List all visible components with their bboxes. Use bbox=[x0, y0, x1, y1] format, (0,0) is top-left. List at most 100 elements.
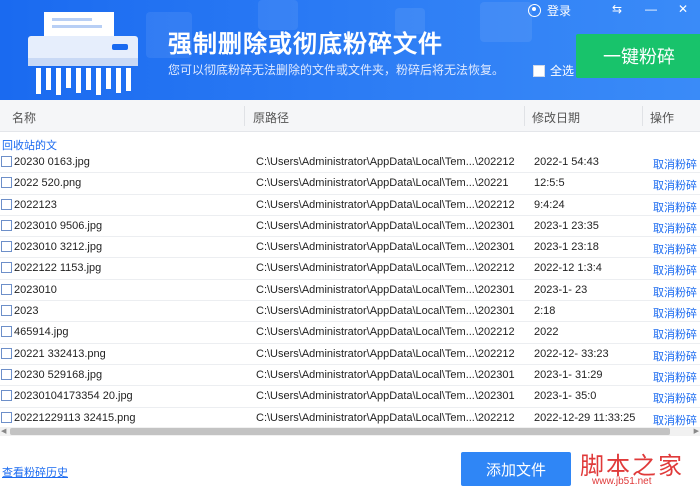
file-path: C:\Users\Administrator\AppData\Local\Tem… bbox=[256, 241, 515, 254]
row-checkbox[interactable] bbox=[1, 177, 12, 189]
file-name: 20230104173354 20.jpg bbox=[14, 390, 133, 403]
file-path: C:\Users\Administrator\AppData\Local\Tem… bbox=[256, 262, 515, 275]
cancel-shred-link[interactable]: 取消粉碎 bbox=[653, 369, 697, 385]
table-row[interactable]: 2022 520.png C:\Users\Administrator\AppDa… bbox=[0, 173, 700, 195]
page-subtitle: 您可以彻底粉碎无法删除的文件或文件夹，粉碎后将无法恢复。 bbox=[168, 63, 505, 77]
column-divider[interactable] bbox=[642, 106, 643, 126]
cancel-shred-link[interactable]: 取消粉碎 bbox=[653, 348, 697, 364]
cancel-shred-link[interactable]: 取消粉碎 bbox=[653, 199, 697, 215]
file-path: C:\Users\Administrator\AppData\Local\Tem… bbox=[256, 219, 515, 232]
horizontal-scrollbar[interactable]: ◀ ▶ bbox=[0, 427, 700, 436]
row-checkbox[interactable] bbox=[1, 390, 12, 402]
column-divider[interactable] bbox=[244, 106, 245, 126]
select-all-label: 全选 bbox=[550, 64, 575, 78]
file-name: 2022 520.png bbox=[14, 177, 82, 190]
file-path: C:\Users\Administrator\AppData\Local\Tem… bbox=[256, 347, 515, 360]
table-row[interactable]: 2023010 C:\Users\Administrator\AppData\Lo… bbox=[0, 280, 700, 302]
login-label: 登录 bbox=[547, 3, 572, 18]
file-list: 20230 0163.jpg C:\Users\Administrator\App… bbox=[0, 152, 700, 429]
page-title: 强制删除或彻底粉碎文件 bbox=[168, 31, 443, 58]
file-date: 2022-12- 33:23 bbox=[534, 347, 609, 360]
column-header-action: 操作 bbox=[650, 111, 675, 125]
row-checkbox[interactable] bbox=[1, 198, 12, 210]
restore-icon[interactable]: ⇆ bbox=[612, 2, 622, 16]
close-icon[interactable]: ✕ bbox=[678, 2, 688, 16]
cancel-shred-link[interactable]: 取消粉碎 bbox=[653, 262, 697, 278]
row-checkbox[interactable] bbox=[1, 156, 12, 167]
scroll-right-icon[interactable]: ▶ bbox=[694, 427, 699, 435]
row-checkbox[interactable] bbox=[1, 347, 12, 359]
row-checkbox[interactable] bbox=[1, 305, 12, 317]
decor-square bbox=[480, 2, 532, 42]
cancel-shred-link[interactable]: 取消粉碎 bbox=[653, 241, 697, 257]
column-header-path[interactable]: 原路径 bbox=[253, 109, 289, 126]
scrollbar-thumb[interactable] bbox=[10, 428, 670, 435]
file-name: 20230 529168.jpg bbox=[14, 368, 103, 381]
file-path: C:\Users\Administrator\AppData\Local\Tem… bbox=[256, 305, 515, 318]
row-checkbox[interactable] bbox=[1, 241, 12, 253]
table-row[interactable]: 2022123 C:\Users\Administrator\AppData\Lo… bbox=[0, 195, 700, 216]
table-row[interactable]: 2023010 9506.jpg C:\Users\Administrator\A… bbox=[0, 216, 700, 238]
cancel-shred-link[interactable]: 取消粉碎 bbox=[653, 177, 697, 193]
file-date: 2023-1- 35:0 bbox=[534, 390, 597, 403]
row-checkbox[interactable] bbox=[1, 368, 12, 380]
file-date: 2022-1 54:43 bbox=[534, 156, 599, 168]
row-checkbox[interactable] bbox=[1, 262, 12, 274]
column-header-date[interactable]: 修改日期 bbox=[532, 109, 580, 126]
file-path: C:\Users\Administrator\AppData\Local\Tem… bbox=[256, 156, 515, 168]
cancel-shred-link[interactable]: 取消粉碎 bbox=[653, 156, 697, 172]
row-checkbox[interactable] bbox=[1, 326, 12, 338]
user-icon bbox=[528, 3, 541, 17]
file-path: C:\Users\Administrator\AppData\Local\Tem… bbox=[256, 390, 515, 403]
file-path: C:\Users\Administrator\AppData\Local\Tem… bbox=[256, 198, 515, 211]
login-button[interactable]: 登录 bbox=[528, 2, 571, 18]
file-date: 2023-1- 31:29 bbox=[534, 368, 603, 381]
table-row[interactable]: 465914.jpg C:\Users\Administrator\AppData… bbox=[0, 322, 700, 344]
watermark-url: www.jb51.net bbox=[592, 476, 652, 487]
file-name: 2022123 bbox=[14, 198, 57, 211]
file-date: 2022 bbox=[534, 326, 559, 339]
checkbox-box bbox=[533, 64, 545, 77]
file-path: C:\Users\Administrator\AppData\Local\Tem… bbox=[256, 177, 509, 190]
select-all-checkbox[interactable]: 全选 bbox=[533, 62, 574, 79]
table-row[interactable]: 20221 332413.png C:\Users\Administrator\A… bbox=[0, 344, 700, 365]
minimize-icon[interactable]: — bbox=[645, 2, 657, 16]
cancel-shred-link[interactable]: 取消粉碎 bbox=[653, 390, 697, 406]
file-name: 2023010 3212.jpg bbox=[14, 241, 103, 254]
cancel-shred-link[interactable]: 取消粉碎 bbox=[653, 326, 697, 342]
cancel-shred-link[interactable]: 取消粉碎 bbox=[653, 305, 697, 321]
column-divider[interactable] bbox=[524, 106, 525, 126]
file-date: 2023-1 23:18 bbox=[534, 241, 599, 254]
group-label[interactable]: 回收站的文 bbox=[2, 137, 57, 153]
file-name: 20230 0163.jpg bbox=[14, 156, 90, 168]
file-date: 12:5:5 bbox=[534, 177, 565, 190]
table-row[interactable]: 20230104173354 20.jpg C:\Users\Administra… bbox=[0, 386, 700, 408]
file-date: 2023-1- 23 bbox=[534, 283, 588, 296]
file-date: 2023-1 23:35 bbox=[534, 219, 599, 232]
table-row[interactable]: 20230 529168.jpg C:\Users\Administrator\A… bbox=[0, 365, 700, 387]
file-name: 20221229113 32415.png bbox=[14, 411, 136, 424]
file-name: 2023010 9506.jpg bbox=[14, 219, 103, 232]
cancel-shred-link[interactable]: 取消粉碎 bbox=[653, 284, 697, 300]
file-name: 20221 332413.png bbox=[14, 347, 106, 360]
shred-history-link[interactable]: 查看粉碎历史 bbox=[2, 464, 68, 480]
table-row[interactable]: 2023 C:\Users\Administrator\AppData\Local… bbox=[0, 301, 700, 323]
file-date: 2:18 bbox=[534, 305, 556, 318]
add-file-button[interactable]: 添加文件 bbox=[461, 452, 571, 486]
table-row[interactable]: 2023010 3212.jpg C:\Users\Administrator\A… bbox=[0, 237, 700, 259]
row-checkbox[interactable] bbox=[1, 411, 12, 423]
table-row[interactable]: 20230 0163.jpg C:\Users\Administrator\App… bbox=[0, 152, 700, 174]
shred-all-button[interactable]: 一键粉碎 bbox=[576, 34, 700, 78]
file-date: 2022-12 1:3:4 bbox=[534, 262, 602, 275]
table-row[interactable]: 20221229113 32415.png C:\Users\Administra… bbox=[0, 408, 700, 429]
row-checkbox[interactable] bbox=[1, 283, 12, 295]
file-date: 9:4:24 bbox=[534, 198, 565, 211]
cancel-shred-link[interactable]: 取消粉碎 bbox=[653, 412, 697, 428]
header-banner: 强制删除或彻底粉碎文件 您可以彻底粉碎无法删除的文件或文件夹，粉碎后将无法恢复。… bbox=[0, 0, 700, 100]
table-row[interactable]: 2022122 1153.jpg C:\Users\Administrator\A… bbox=[0, 258, 700, 280]
file-path: C:\Users\Administrator\AppData\Local\Tem… bbox=[256, 283, 515, 296]
scroll-left-icon[interactable]: ◀ bbox=[1, 427, 6, 435]
row-checkbox[interactable] bbox=[1, 219, 12, 231]
column-header-name[interactable]: 名称 bbox=[12, 109, 36, 126]
cancel-shred-link[interactable]: 取消粉碎 bbox=[653, 220, 697, 236]
